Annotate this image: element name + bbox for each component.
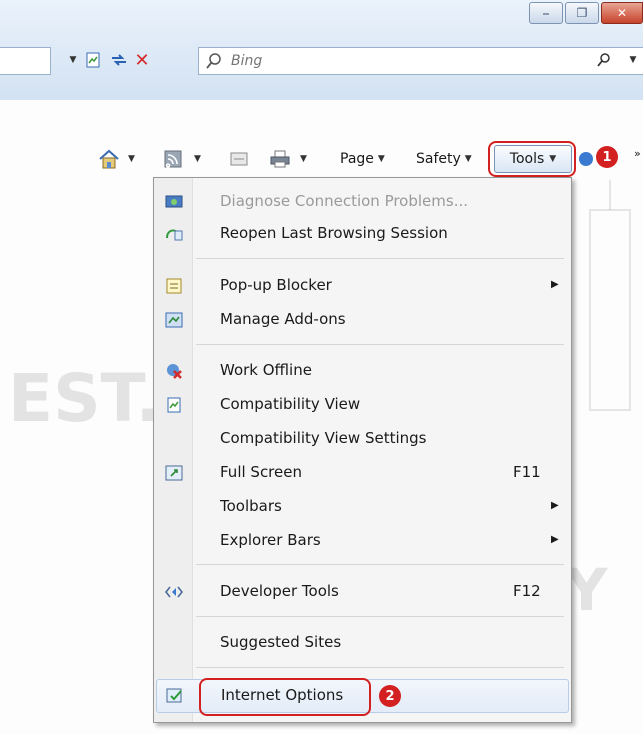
menu-separator [196,258,564,259]
menu-item-label: Reopen Last Browsing Session [220,224,448,242]
menu-item-label: Compatibility View [220,395,361,413]
reopen-session-icon [165,225,183,243]
menu-item-label: Manage Add-ons [220,310,346,328]
menu-item-label: Pop-up Blocker [220,276,332,294]
menu-item-label: Developer Tools [220,582,339,600]
refresh-icon [112,54,126,66]
menu-item-suggested-sites[interactable]: Suggested Sites [156,627,567,659]
manage-addons-icon [165,311,183,329]
callout-highlight-tools [488,141,576,177]
submenu-arrow-icon: ▶ [551,279,559,290]
menu-item-diagnose[interactable]: Diagnose Connection Problems... [156,186,567,218]
menu-item-label: Suggested Sites [220,633,342,651]
search-icon [206,53,221,69]
compatibility-view-icon [165,396,183,414]
restore-icon: ❐ [576,6,588,20]
menu-item-shortcut: F11 [513,463,541,481]
callout-badge-1: 1 [596,146,618,168]
menu-item-developer-tools[interactable]: Developer Tools F12 [156,576,567,608]
menu-separator [196,564,564,565]
home-button[interactable]: ▼ [98,147,135,171]
search-options-button[interactable]: ▼ [622,49,643,71]
address-field[interactable] [0,47,51,75]
address-bar-row: ▼ ✕ Bing ▼ [0,46,643,76]
menu-item-label: Diagnose Connection Problems... [220,192,469,210]
feeds-button[interactable]: ▼ [164,147,201,171]
help-button[interactable] [578,147,594,171]
page-menu-label: Page [340,151,374,167]
menu-separator [196,616,564,617]
menu-item-label: Compatibility View Settings [220,429,427,447]
safety-menu-button[interactable]: Safety ▼ [416,147,472,171]
chevron-down-icon: ▼ [69,55,77,65]
chevron-down-icon: ▼ [377,154,385,164]
menu-separator [196,667,564,668]
chevron-down-icon: ▼ [128,154,135,164]
stop-button[interactable]: ✕ [131,49,153,71]
submenu-arrow-icon: ▶ [551,534,559,545]
chevron-down-icon: ▼ [629,55,637,65]
window-controls: ⎯ ❐ ✕ [527,2,643,24]
home-icon [99,149,119,169]
work-offline-icon [165,362,183,380]
menu-item-popup-blocker[interactable]: Pop-up Blocker ▶ [156,270,567,302]
stop-icon: ✕ [134,49,150,71]
chevron-down-icon: ▼ [194,154,201,164]
search-input[interactable] [229,52,593,70]
submenu-arrow-icon: ▶ [551,500,559,511]
print-icon [270,150,290,168]
menu-item-compatibility-view[interactable]: Compatibility View [156,389,567,421]
menu-item-explorer-bars[interactable]: Explorer Bars ▶ [156,525,567,557]
menu-item-reopen-session[interactable]: Reopen Last Browsing Session [156,218,567,250]
full-screen-icon [165,464,183,482]
page-menu-button[interactable]: Page ▼ [340,147,385,171]
feeds-icon [164,150,182,168]
menu-item-work-offline[interactable]: Work Offline [156,355,567,387]
compatibility-view-button[interactable] [82,49,104,71]
menu-item-label: Explorer Bars [220,531,321,549]
internet-options-icon [166,687,184,705]
double-chevron-icon: » [634,146,641,160]
compatibility-view-icon [86,52,100,68]
help-icon [579,152,593,166]
menu-item-compatibility-view-settings[interactable]: Compatibility View Settings [156,423,567,455]
more-commands-button[interactable]: » [634,141,641,165]
developer-tools-icon [165,583,183,601]
print-button[interactable]: ▼ [270,147,307,171]
diagnose-icon [165,193,183,211]
minimize-icon: ⎯ [542,5,549,20]
address-dropdown-button[interactable]: ▼ [62,49,84,71]
callout-badge-2: 2 [379,685,401,707]
popup-blocker-icon [165,277,183,295]
watermark-left: EST. [8,360,161,437]
menu-item-label: Toolbars [220,497,282,515]
menu-item-full-screen[interactable]: Full Screen F11 [156,457,567,489]
tools-menu: Diagnose Connection Problems... Reopen L… [153,177,572,723]
menu-item-label: Work Offline [220,361,312,379]
menu-item-toolbars[interactable]: Toolbars ▶ [156,491,567,523]
callout-highlight-internet-options [199,678,371,716]
menu-item-manage-addons[interactable]: Manage Add-ons [156,304,567,336]
chevron-down-icon: ▼ [300,154,307,164]
search-go-button[interactable] [593,49,615,71]
safety-menu-label: Safety [416,151,461,167]
restore-button[interactable]: ❐ [565,2,599,24]
mail-icon [230,152,248,166]
close-window-button[interactable]: ✕ [601,2,643,24]
menu-item-shortcut: F12 [513,582,541,600]
read-mail-button[interactable] [230,147,248,171]
search-box[interactable] [198,47,643,75]
minimize-button[interactable]: ⎯ [529,2,563,24]
menu-separator [196,344,564,345]
menu-item-label: Full Screen [220,463,302,481]
chevron-down-icon: ▼ [464,154,472,164]
search-go-icon [597,53,610,67]
close-icon: ✕ [616,6,628,20]
browser-chrome: ⎯ ❐ ✕ ▼ ✕ Bing ▼ [0,0,643,100]
refresh-button[interactable] [108,49,130,71]
